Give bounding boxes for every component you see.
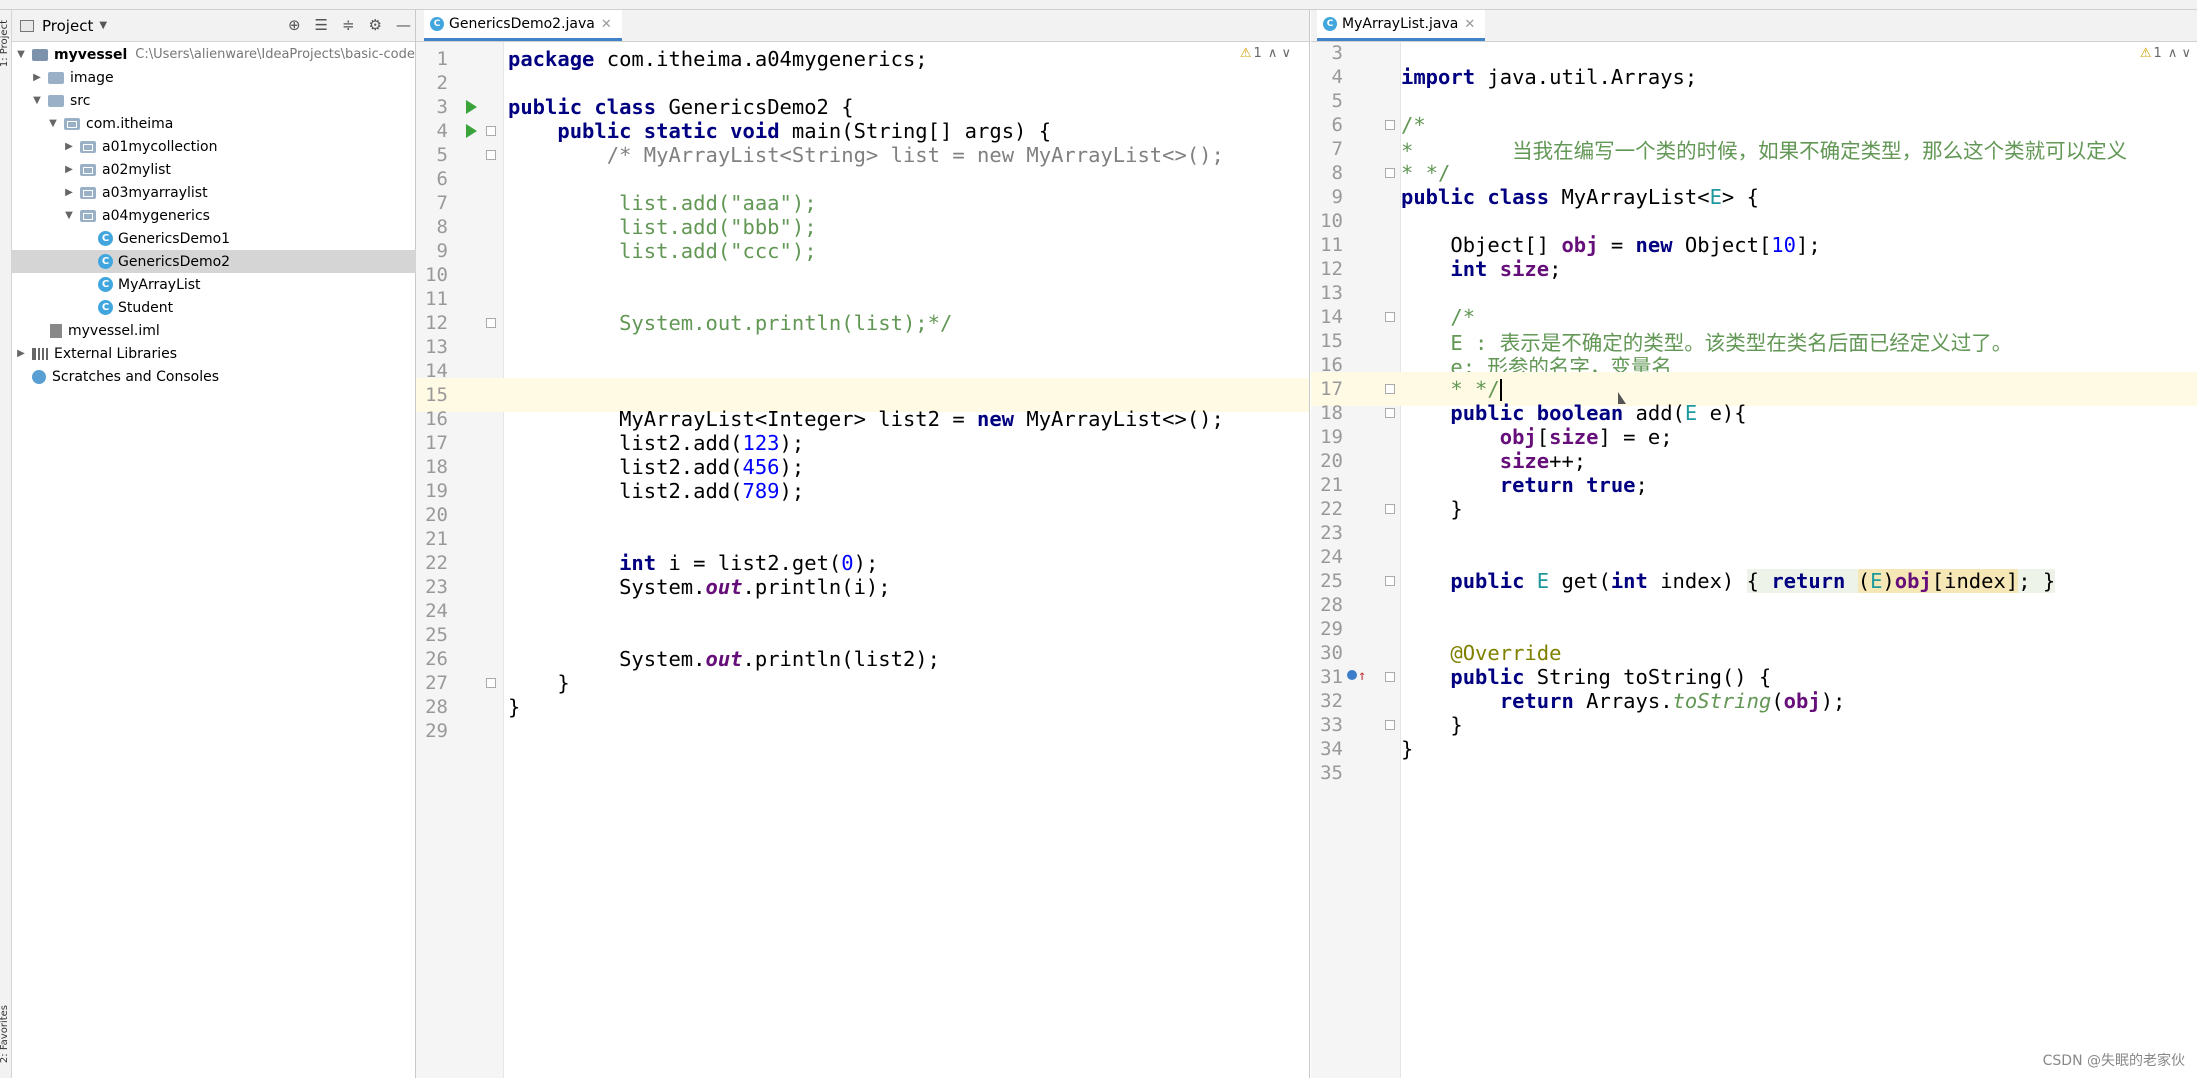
code-editor[interactable]: ⚠ 1 ∧ ∨ 3 4 import java.util.Arrays; 5 6/* … (1311, 42, 2197, 1078)
tree-item-label: a02mylist (102, 161, 171, 178)
override-marker-icon[interactable]: ↑ (1347, 668, 1366, 684)
expand-all-icon[interactable]: ☰ (315, 16, 328, 34)
class-icon: C (430, 17, 444, 31)
tree-item-label: MyArrayList (118, 276, 201, 293)
tree-item-a03myarraylist[interactable]: ▶ a03myarraylist (12, 181, 416, 204)
chevron-down-icon[interactable]: ▼ (14, 49, 28, 60)
tab-label: MyArrayList.java (1342, 16, 1459, 32)
iml-file-icon (50, 323, 62, 338)
chevron-right-icon[interactable]: ▶ (62, 164, 76, 175)
tree-item-image[interactable]: ▶ image (12, 66, 416, 89)
editor-myarraylist: C MyArrayList.java ✕ ⚠ 1 ∧ ∨ 3 4 import jav… (1311, 10, 2197, 1078)
tree-item-label: myvessel (54, 46, 128, 63)
chevron-down-icon[interactable]: ▼ (46, 118, 60, 129)
collapse-all-icon[interactable]: ≑ (342, 16, 355, 34)
locate-icon[interactable]: ⊕ (288, 16, 301, 34)
project-panel-header: Project ▼ ⊕ ☰ ≑ ⚙ — (12, 10, 415, 42)
chevron-right-icon[interactable]: ▶ (30, 72, 44, 83)
project-view-icon (20, 19, 34, 32)
class-icon: C (98, 254, 113, 269)
tree-item-label: External Libraries (54, 345, 177, 362)
tree-item-a04mygenerics[interactable]: ▼ a04mygenerics (12, 204, 416, 227)
tree-item-label: a01mycollection (102, 138, 218, 155)
project-panel: Project ▼ ⊕ ☰ ≑ ⚙ — ▼ myvessel C:\Users\… (12, 10, 416, 1078)
library-icon (32, 347, 48, 360)
tree-item-label: myvessel.iml (68, 322, 160, 339)
chevron-down-icon[interactable]: ▼ (30, 95, 44, 106)
tab-genericsdemo2[interactable]: C GenericsDemo2.java ✕ (424, 10, 622, 41)
module-icon (32, 48, 48, 61)
class-icon: C (98, 277, 113, 292)
class-icon: C (98, 231, 113, 246)
tree-item-label: image (70, 69, 114, 86)
project-panel-title[interactable]: Project (42, 17, 93, 35)
tree-item-external-libraries[interactable]: ▶ External Libraries (12, 342, 416, 365)
tree-item-label: a03myarraylist (102, 184, 208, 201)
close-icon[interactable]: ✕ (1464, 17, 1475, 32)
project-tool-button[interactable]: 1: Project (0, 20, 10, 67)
mouse-cursor-icon (1618, 392, 1626, 404)
tree-item-src[interactable]: ▼ src (12, 89, 416, 112)
chevron-right-icon[interactable]: ▶ (62, 187, 76, 198)
hide-panel-icon[interactable]: — (396, 16, 411, 34)
package-icon (80, 186, 96, 199)
package-icon (64, 117, 80, 130)
editor-genericsdemo2: C GenericsDemo2.java ✕ ⚠ 1 ∧ ∨ 1 package co… (416, 10, 1310, 1078)
tree-item-myvessel-iml[interactable]: myvessel.iml (12, 319, 416, 342)
tree-item-scratches[interactable]: Scratches and Consoles (12, 365, 416, 388)
tab-label: GenericsDemo2.java (449, 16, 595, 32)
tree-item-myarraylist[interactable]: C MyArrayList (12, 273, 416, 296)
tree-item-genericsdemo2[interactable]: C GenericsDemo2 (12, 250, 416, 273)
tree-item-a02mylist[interactable]: ▶ a02mylist (12, 158, 416, 181)
class-icon: C (1323, 17, 1337, 31)
chevron-down-icon[interactable]: ▼ (99, 20, 107, 31)
tree-item-com-itheima[interactable]: ▼ com.itheima (12, 112, 416, 135)
run-icon[interactable] (466, 124, 477, 138)
module-path: C:\Users\alienware\IdeaProjects\basic-co… (135, 47, 415, 62)
tree-item-label: GenericsDemo2 (118, 253, 231, 270)
favorites-tool-button[interactable]: 2: Favorites (0, 1005, 10, 1063)
tree-item-label: GenericsDemo1 (118, 230, 231, 247)
close-icon[interactable]: ✕ (601, 17, 612, 32)
tree-item-label: src (70, 92, 91, 109)
chevron-down-icon[interactable]: ▼ (62, 210, 76, 221)
tree-item-a01mycollection[interactable]: ▶ a01mycollection (12, 135, 416, 158)
editor-tabbar: C GenericsDemo2.java ✕ (416, 10, 1309, 42)
run-icon[interactable] (466, 100, 477, 114)
gear-icon[interactable]: ⚙ (369, 16, 382, 34)
main-toolbar (0, 0, 2197, 10)
package-icon (80, 140, 96, 153)
tree-item-label: a04mygenerics (102, 207, 210, 224)
package-icon (80, 163, 96, 176)
package-icon (80, 209, 96, 222)
tree-item-label: com.itheima (86, 115, 174, 132)
folder-icon (48, 71, 64, 84)
tree-item-genericsdemo1[interactable]: C GenericsDemo1 (12, 227, 416, 250)
chevron-right-icon[interactable]: ▶ (14, 348, 28, 359)
code-editor[interactable]: ⚠ 1 ∧ ∨ 1 package com.itheima.a04mygenerics… (416, 42, 1309, 1078)
tree-item-label: Scratches and Consoles (52, 368, 219, 385)
scratch-icon (32, 369, 46, 384)
tree-item-myvessel[interactable]: ▼ myvessel C:\Users\alienware\IdeaProjec… (12, 43, 416, 66)
tree-item-label: Student (118, 299, 174, 316)
tree-item-student[interactable]: C Student (12, 296, 416, 319)
watermark: CSDN @失眠的老家伙 (2042, 1053, 2185, 1069)
left-tool-stripe: 1: Project 2: Favorites (0, 10, 12, 1078)
chevron-right-icon[interactable]: ▶ (62, 141, 76, 152)
folder-icon (48, 94, 64, 107)
class-icon: C (98, 300, 113, 315)
